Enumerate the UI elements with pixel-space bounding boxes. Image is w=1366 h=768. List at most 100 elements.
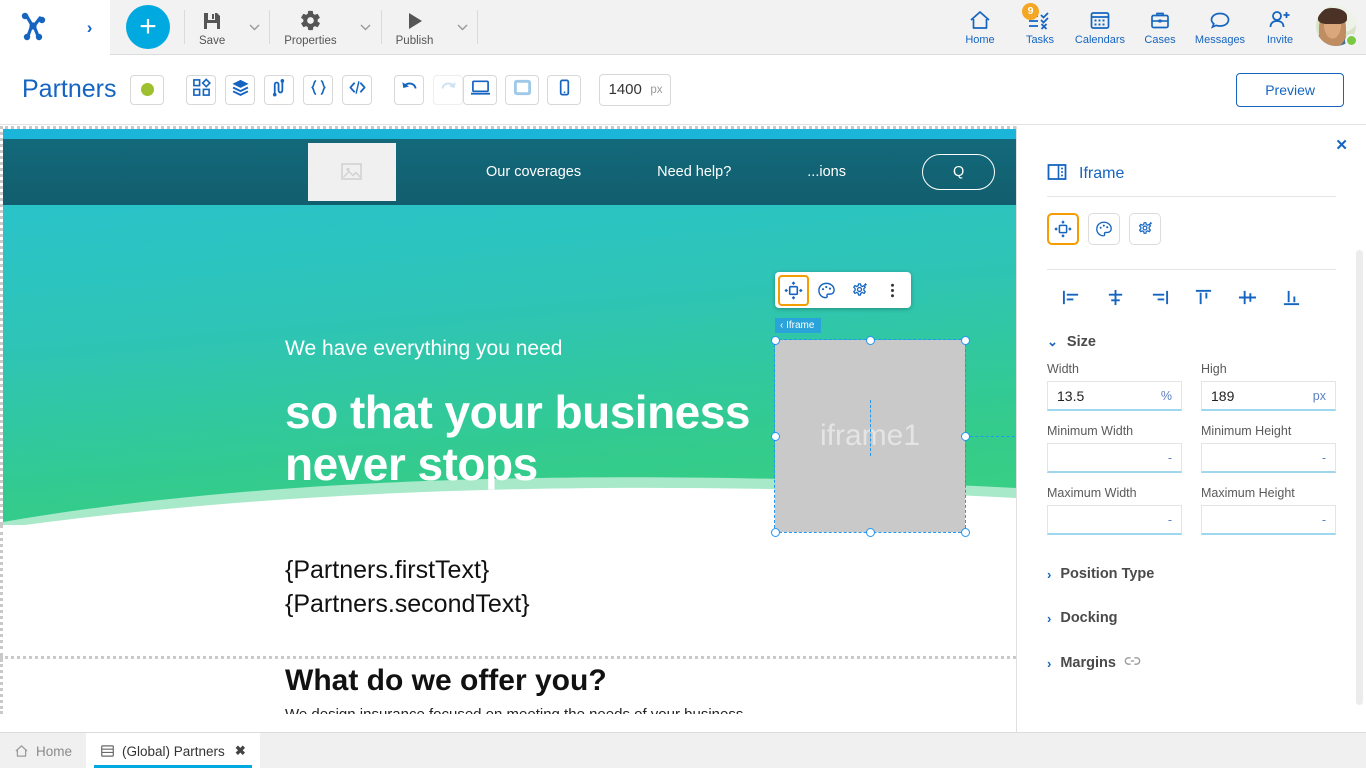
hero-title: so that your business never stops [285, 386, 750, 490]
section-docking[interactable]: › Docking [1017, 596, 1366, 640]
panel-tab-style[interactable] [1088, 213, 1120, 245]
publish-label: Publish [395, 34, 434, 47]
sidebar-expand-arrow[interactable]: › [87, 19, 93, 36]
widgets-grid-button[interactable] [186, 74, 217, 105]
align-top-icon [1195, 289, 1211, 304]
nav-invite[interactable]: Invite [1250, 0, 1310, 55]
chevron-right-icon: › [1047, 566, 1052, 582]
align-middle-vertical-icon [1238, 290, 1256, 304]
device-desktop-button[interactable] [463, 74, 498, 105]
site-nav-quote-button[interactable]: Q [921, 154, 996, 190]
image-placeholder-icon [341, 163, 362, 180]
bottom-tab-home[interactable]: Home [0, 733, 86, 768]
field-maximum-width-input[interactable]: - [1047, 505, 1182, 535]
gear-icon [299, 8, 322, 32]
float-layout-move-button[interactable] [778, 274, 809, 306]
close-panel-button[interactable]: ✕ [1335, 138, 1348, 153]
selected-iframe-element[interactable]: iframe1 [774, 339, 966, 533]
field-minimum-height-input[interactable]: - [1201, 443, 1336, 473]
element-breadcrumb-tag[interactable]: ‹ Iframe [775, 318, 822, 333]
panel-scrollbar[interactable] [1356, 250, 1363, 705]
resize-handle-ne[interactable] [960, 335, 970, 345]
nav-messages[interactable]: Messages [1190, 0, 1250, 55]
resize-handle-e[interactable] [960, 431, 970, 441]
nav-calendars-label: Calendars [1074, 34, 1126, 46]
avatar[interactable] [1316, 6, 1358, 48]
device-tablet-button[interactable] [505, 74, 540, 105]
tablet-icon [513, 78, 532, 102]
panel-tab-settings[interactable] [1129, 213, 1161, 245]
bottom-tab-home-label: Home [36, 743, 73, 759]
align-bottom-button[interactable] [1269, 282, 1313, 312]
site-nav-link-coverages[interactable]: Our coverages [486, 164, 581, 180]
undo-button[interactable] [394, 74, 425, 105]
field-minimum-height-label: Minimum Height [1201, 424, 1292, 438]
layers-button[interactable] [225, 74, 256, 105]
preview-button[interactable]: Preview [1236, 72, 1344, 107]
align-middle-vertical-button[interactable] [1225, 282, 1269, 312]
align-top-button[interactable] [1181, 282, 1225, 312]
nav-tasks-label: Tasks [1025, 34, 1055, 46]
bottom-tab-partners-label: (Global) Partners [122, 743, 225, 759]
publish-dropdown-caret[interactable] [447, 0, 477, 55]
section-position-type[interactable]: › Position Type [1017, 552, 1366, 596]
align-right-button[interactable] [1137, 282, 1181, 312]
redo-button[interactable] [433, 74, 464, 105]
resize-handle-w[interactable] [770, 431, 780, 441]
canvas-width-input[interactable]: 1400 px [599, 73, 672, 106]
status-online-dot [1345, 34, 1358, 47]
size-section-header[interactable]: ⌄ Size [1017, 318, 1366, 356]
design-canvas[interactable]: Our coverages Need help? ...ions Q We ha… [0, 126, 1016, 714]
bottom-tab-close-icon[interactable]: ✖ [235, 743, 246, 759]
float-more-button[interactable] [877, 275, 908, 306]
editor-app: › + Save Properties Publish Home 9 Tasks… [0, 0, 1366, 768]
publish-button[interactable]: Publish [382, 0, 448, 55]
page-status-button[interactable] [130, 74, 165, 105]
align-left-button[interactable] [1049, 282, 1093, 312]
undo-icon [400, 78, 419, 102]
calendar-icon [1089, 8, 1111, 32]
canvas-width-value: 1400 [608, 81, 642, 98]
flow-button[interactable] [264, 74, 295, 105]
properties-panel: ✕ Iframe ⌄ Size Width 13.5 % High 189 px… [1016, 126, 1366, 732]
site-nav-link-help[interactable]: Need help? [657, 164, 731, 180]
page-title: Partners [22, 75, 117, 103]
link-chain-icon[interactable] [1124, 654, 1141, 672]
field-minimum-width-input[interactable]: - [1047, 443, 1182, 473]
device-mobile-button[interactable] [547, 74, 582, 105]
resize-handle-nw[interactable] [770, 335, 780, 345]
offer-section[interactable]: What do we offer you? We design insuranc… [0, 659, 1016, 714]
field-maximum-height-input[interactable]: - [1201, 505, 1336, 535]
site-logo-placeholder[interactable] [308, 143, 396, 201]
add-button[interactable]: + [126, 5, 170, 49]
resize-handle-n[interactable] [865, 335, 875, 345]
nav-tasks[interactable]: 9 Tasks [1010, 0, 1070, 55]
nav-cases[interactable]: Cases [1130, 0, 1190, 55]
section-margins[interactable]: › Margins [1017, 640, 1366, 686]
save-button[interactable]: Save [185, 0, 239, 55]
site-nav-link-partial[interactable]: ...ions [807, 164, 846, 180]
bottom-tab-partners[interactable]: (Global) Partners ✖ [86, 733, 260, 768]
align-center-horizontal-button[interactable] [1093, 282, 1137, 312]
float-palette-button[interactable] [811, 275, 842, 306]
layout-move-icon [1054, 220, 1072, 238]
field-high-input[interactable]: 189 px [1201, 381, 1336, 411]
panel-tab-group [1017, 197, 1366, 261]
properties-button[interactable]: Properties [270, 0, 350, 55]
bound-text-section[interactable]: {Partners.firstText} {Partners.secondTex… [0, 525, 1016, 656]
chevron-right-icon: › [1047, 655, 1052, 671]
field-high-value: 189 [1211, 387, 1235, 404]
nav-home[interactable]: Home [950, 0, 1010, 55]
nav-calendars[interactable]: Calendars [1070, 0, 1130, 55]
code-button[interactable] [342, 74, 373, 105]
float-settings-button[interactable] [844, 275, 875, 306]
field-maximum-height-unit: - [1321, 512, 1326, 527]
briefcase-icon [1149, 8, 1171, 32]
save-dropdown-caret[interactable] [239, 0, 269, 55]
properties-dropdown-caret[interactable] [351, 0, 381, 55]
field-width-input[interactable]: 13.5 % [1047, 381, 1182, 411]
braces-button[interactable] [303, 74, 334, 105]
field-high: High 189 px [1201, 362, 1336, 411]
panel-tab-layout[interactable] [1047, 213, 1079, 245]
save-icon [201, 8, 223, 32]
